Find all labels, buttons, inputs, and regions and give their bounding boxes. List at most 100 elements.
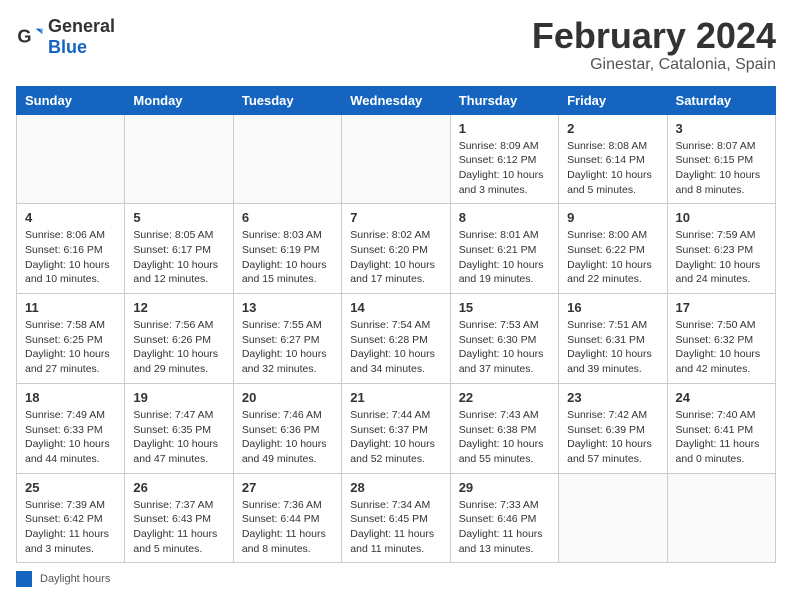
day-info: Sunrise: 8:09 AM Sunset: 6:12 PM Dayligh…: [459, 139, 550, 198]
calendar-cell: 1 Sunrise: 8:09 AM Sunset: 6:12 PM Daylig…: [450, 114, 558, 204]
day-info: Sunrise: 7:51 AM Sunset: 6:31 PM Dayligh…: [567, 318, 658, 377]
calendar-cell: 4 Sunrise: 8:06 AM Sunset: 6:16 PM Daylig…: [17, 204, 125, 294]
day-number: 3: [676, 121, 767, 136]
day-number: 29: [459, 480, 550, 495]
calendar-cell: [342, 114, 450, 204]
day-number: 17: [676, 300, 767, 315]
day-number: 24: [676, 390, 767, 405]
calendar-cell: [125, 114, 233, 204]
calendar-cell: 22 Sunrise: 7:43 AM Sunset: 6:38 PM Dayli…: [450, 383, 558, 473]
day-number: 28: [350, 480, 441, 495]
day-number: 20: [242, 390, 333, 405]
calendar-cell: 5 Sunrise: 8:05 AM Sunset: 6:17 PM Daylig…: [125, 204, 233, 294]
day-number: 23: [567, 390, 658, 405]
calendar-cell: 15 Sunrise: 7:53 AM Sunset: 6:30 PM Dayli…: [450, 294, 558, 384]
legend-color-box: [16, 571, 32, 587]
calendar-cell: 25 Sunrise: 7:39 AM Sunset: 6:42 PM Dayli…: [17, 473, 125, 563]
day-info: Sunrise: 8:07 AM Sunset: 6:15 PM Dayligh…: [676, 139, 767, 198]
day-number: 25: [25, 480, 116, 495]
logo: G General Blue: [16, 16, 115, 58]
day-info: Sunrise: 7:56 AM Sunset: 6:26 PM Dayligh…: [133, 318, 224, 377]
svg-text:G: G: [17, 27, 31, 47]
day-number: 18: [25, 390, 116, 405]
day-info: Sunrise: 7:40 AM Sunset: 6:41 PM Dayligh…: [676, 408, 767, 467]
day-info: Sunrise: 7:42 AM Sunset: 6:39 PM Dayligh…: [567, 408, 658, 467]
calendar-cell: 27Sunrise: 7:36 AM Sunset: 6:44 PM Dayli…: [233, 473, 341, 563]
logo-blue: Blue: [48, 37, 87, 57]
calendar-cell: 14Sunrise: 7:54 AM Sunset: 6:28 PM Dayli…: [342, 294, 450, 384]
day-info: Sunrise: 8:01 AM Sunset: 6:21 PM Dayligh…: [459, 228, 550, 287]
week-row-2: 11 Sunrise: 7:58 AM Sunset: 6:25 PM Dayli…: [17, 294, 776, 384]
day-info: Sunrise: 7:44 AM Sunset: 6:37 PM Dayligh…: [350, 408, 441, 467]
day-info: Sunrise: 7:49 AM Sunset: 6:33 PM Dayligh…: [25, 408, 116, 467]
weekday-header-sunday: Sunday: [17, 86, 125, 114]
calendar-cell: 26 Sunrise: 7:37 AM Sunset: 6:43 PM Dayli…: [125, 473, 233, 563]
calendar-cell: 7 Sunrise: 8:02 AM Sunset: 6:20 PM Daylig…: [342, 204, 450, 294]
day-number: 22: [459, 390, 550, 405]
weekday-header-friday: Friday: [559, 86, 667, 114]
week-row-0: 1 Sunrise: 8:09 AM Sunset: 6:12 PM Daylig…: [17, 114, 776, 204]
calendar-cell: 18 Sunrise: 7:49 AM Sunset: 6:33 PM Dayli…: [17, 383, 125, 473]
calendar-table: SundayMondayTuesdayWednesdayThursdayFrid…: [16, 86, 776, 564]
logo-icon: G: [16, 23, 44, 51]
day-number: 13: [242, 300, 333, 315]
calendar-cell: 8 Sunrise: 8:01 AM Sunset: 6:21 PM Daylig…: [450, 204, 558, 294]
calendar-cell: [667, 473, 775, 563]
calendar-cell: 23 Sunrise: 7:42 AM Sunset: 6:39 PM Dayli…: [559, 383, 667, 473]
day-number: 11: [25, 300, 116, 315]
title-area: February 2024 Ginestar, Catalonia, Spain: [532, 16, 776, 74]
day-info: Sunrise: 7:55 AM Sunset: 6:27 PM Dayligh…: [242, 318, 333, 377]
page-header: G General Blue February 2024 Ginestar, C…: [16, 16, 776, 74]
day-info: Sunrise: 7:37 AM Sunset: 6:43 PM Dayligh…: [133, 498, 224, 557]
day-number: 1: [459, 121, 550, 136]
day-number: 10: [676, 210, 767, 225]
calendar-cell: 28 Sunrise: 7:34 AM Sunset: 6:45 PM Dayli…: [342, 473, 450, 563]
month-title: February 2024: [532, 16, 776, 56]
calendar-cell: [17, 114, 125, 204]
day-info: Sunrise: 8:00 AM Sunset: 6:22 PM Dayligh…: [567, 228, 658, 287]
day-number: 19: [133, 390, 224, 405]
day-number: 15: [459, 300, 550, 315]
day-info: Sunrise: 7:43 AM Sunset: 6:38 PM Dayligh…: [459, 408, 550, 467]
calendar-cell: 2Sunrise: 8:08 AM Sunset: 6:14 PM Daylig…: [559, 114, 667, 204]
day-number: 8: [459, 210, 550, 225]
calendar-cell: 13 Sunrise: 7:55 AM Sunset: 6:27 PM Dayli…: [233, 294, 341, 384]
weekday-header-thursday: Thursday: [450, 86, 558, 114]
day-number: 7: [350, 210, 441, 225]
calendar-cell: 24 Sunrise: 7:40 AM Sunset: 6:41 PM Dayli…: [667, 383, 775, 473]
day-info: Sunrise: 8:02 AM Sunset: 6:20 PM Dayligh…: [350, 228, 441, 287]
day-info: Sunrise: 7:39 AM Sunset: 6:42 PM Dayligh…: [25, 498, 116, 557]
calendar-cell: 19 Sunrise: 7:47 AM Sunset: 6:35 PM Dayli…: [125, 383, 233, 473]
day-info: Sunrise: 7:34 AM Sunset: 6:45 PM Dayligh…: [350, 498, 441, 557]
calendar-cell: 6Sunrise: 8:03 AM Sunset: 6:19 PM Daylig…: [233, 204, 341, 294]
day-number: 9: [567, 210, 658, 225]
day-number: 16: [567, 300, 658, 315]
day-number: 6: [242, 210, 333, 225]
calendar-cell: 10 Sunrise: 7:59 AM Sunset: 6:23 PM Dayli…: [667, 204, 775, 294]
day-number: 5: [133, 210, 224, 225]
calendar-cell: 16 Sunrise: 7:51 AM Sunset: 6:31 PM Dayli…: [559, 294, 667, 384]
weekday-header-saturday: Saturday: [667, 86, 775, 114]
day-info: Sunrise: 7:46 AM Sunset: 6:36 PM Dayligh…: [242, 408, 333, 467]
calendar-cell: 9 Sunrise: 8:00 AM Sunset: 6:22 PM Daylig…: [559, 204, 667, 294]
day-number: 14: [350, 300, 441, 315]
day-info: Sunrise: 7:33 AM Sunset: 6:46 PM Dayligh…: [459, 498, 550, 557]
day-number: 4: [25, 210, 116, 225]
week-row-3: 18 Sunrise: 7:49 AM Sunset: 6:33 PM Dayli…: [17, 383, 776, 473]
day-number: 12: [133, 300, 224, 315]
calendar-cell: [559, 473, 667, 563]
day-number: 26: [133, 480, 224, 495]
day-info: Sunrise: 7:59 AM Sunset: 6:23 PM Dayligh…: [676, 228, 767, 287]
calendar-cell: 21 Sunrise: 7:44 AM Sunset: 6:37 PM Dayli…: [342, 383, 450, 473]
weekday-header-monday: Monday: [125, 86, 233, 114]
day-number: 27: [242, 480, 333, 495]
day-info: Sunrise: 7:50 AM Sunset: 6:32 PM Dayligh…: [676, 318, 767, 377]
calendar-cell: 12 Sunrise: 7:56 AM Sunset: 6:26 PM Dayli…: [125, 294, 233, 384]
day-info: Sunrise: 8:06 AM Sunset: 6:16 PM Dayligh…: [25, 228, 116, 287]
day-number: 21: [350, 390, 441, 405]
day-info: Sunrise: 7:58 AM Sunset: 6:25 PM Dayligh…: [25, 318, 116, 377]
day-info: Sunrise: 7:47 AM Sunset: 6:35 PM Dayligh…: [133, 408, 224, 467]
day-info: Sunrise: 8:05 AM Sunset: 6:17 PM Dayligh…: [133, 228, 224, 287]
day-info: Sunrise: 7:53 AM Sunset: 6:30 PM Dayligh…: [459, 318, 550, 377]
week-row-4: 25 Sunrise: 7:39 AM Sunset: 6:42 PM Dayli…: [17, 473, 776, 563]
